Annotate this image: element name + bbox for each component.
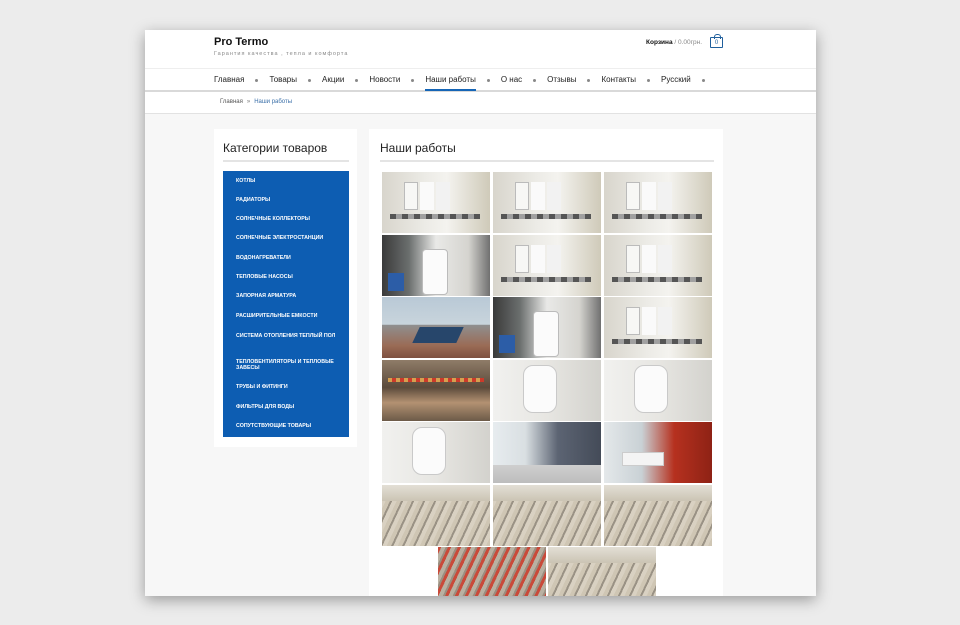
nav-item[interactable]: О нас: [501, 69, 522, 91]
gallery-photo[interactable]: [493, 422, 601, 483]
nav-item[interactable]: Контакты: [601, 69, 636, 91]
nav-item[interactable]: Акции: [322, 69, 344, 91]
gallery-photo[interactable]: [493, 297, 601, 358]
site-logo[interactable]: Pro Termo: [214, 36, 268, 48]
site-header: Pro Termo Гарантия качества , тепла и ко…: [145, 30, 816, 68]
category-item[interactable]: фильтры для воды: [236, 404, 344, 410]
category-item[interactable]: водонагреватели: [236, 255, 344, 261]
breadcrumb: Главная» Наши работы: [220, 99, 292, 105]
gallery-photo[interactable]: [382, 297, 490, 358]
gallery-photo[interactable]: [493, 359, 601, 421]
gallery-photo[interactable]: [493, 484, 601, 546]
browser-page: Pro Termo Гарантия качества , тепла и ко…: [145, 30, 816, 596]
category-item[interactable]: тепловентиляторы и тепловые завесы: [236, 359, 344, 371]
nav-item[interactable]: Товары: [269, 69, 297, 91]
nav-separator-dot: [701, 78, 705, 82]
gallery-photo[interactable]: [382, 484, 490, 546]
cart-bag-icon[interactable]: 0: [710, 34, 723, 48]
category-list: котлы радиаторы солнечные коллекторы солнеч…: [223, 171, 349, 437]
page-title: Наши работы: [380, 141, 456, 155]
cart-sum: / 0.00грн.: [672, 39, 703, 46]
category-item[interactable]: сопутствующие товары: [236, 423, 344, 429]
gallery-photo[interactable]: [438, 547, 546, 596]
nav-separator-dot: [647, 78, 651, 82]
site-tagline: Гарантия качества , тепла и комфорта: [214, 51, 349, 57]
gallery-photo[interactable]: [548, 547, 656, 596]
gallery-photo[interactable]: [493, 234, 601, 296]
category-item[interactable]: солнечные коллекторы: [236, 216, 344, 222]
main-content: Наши работы: [369, 129, 723, 596]
nav-separator-dot: [355, 78, 359, 82]
gallery-photo[interactable]: [382, 422, 490, 483]
nav-separator-dot: [486, 78, 490, 82]
main-navigation: Главная Товары Акции Новости Наши работы О на…: [145, 68, 816, 92]
gallery-photo[interactable]: [382, 172, 490, 233]
gallery-photo[interactable]: [382, 234, 490, 296]
cart-label: Корзина: [646, 39, 673, 46]
gallery-photo[interactable]: [604, 172, 712, 233]
category-item[interactable]: запорная арматура: [236, 293, 344, 299]
nav-item[interactable]: Русский: [661, 69, 691, 91]
gallery-photo[interactable]: [604, 359, 712, 421]
cart-link[interactable]: Корзина / 0.00грн.: [646, 39, 702, 46]
nav-separator-dot: [533, 78, 537, 82]
nav-item[interactable]: Новости: [369, 69, 400, 91]
breadcrumb-bar: Главная» Наши работы: [145, 92, 816, 114]
categories-sidebar: Категории товаров котлы радиаторы солнечны…: [214, 129, 357, 447]
gallery-photo[interactable]: [604, 422, 712, 483]
breadcrumb-home[interactable]: Главная: [220, 99, 243, 105]
gallery-photo[interactable]: [604, 234, 712, 296]
nav-item[interactable]: Главная: [214, 69, 244, 91]
breadcrumb-current: Наши работы: [254, 99, 293, 105]
gallery-photo[interactable]: [604, 484, 712, 546]
gallery-photo[interactable]: [604, 297, 712, 358]
title-divider: [380, 160, 714, 162]
nav-separator-dot: [587, 78, 591, 82]
nav-separator-dot: [307, 78, 311, 82]
nav-separator-dot: [255, 78, 259, 82]
cart-count: 0: [714, 39, 719, 46]
category-item[interactable]: котлы: [236, 178, 344, 184]
category-item[interactable]: солнечные электростанции: [236, 235, 344, 241]
nav-separator-dot: [411, 78, 415, 82]
gallery-photo[interactable]: [493, 172, 601, 233]
breadcrumb-separator: »: [246, 99, 251, 105]
category-item[interactable]: тепловые насосы: [236, 274, 344, 280]
nav-item[interactable]: Наши работы: [425, 69, 476, 91]
category-item[interactable]: расширительные емкости: [236, 313, 344, 319]
category-item[interactable]: радиаторы: [236, 197, 344, 203]
gallery-photo[interactable]: [382, 359, 490, 421]
category-item[interactable]: система отопления теплый пол: [236, 333, 344, 339]
nav-list: Главная Товары Акции Новости Наши работы О на…: [214, 69, 716, 91]
sidebar-title: Категории товаров: [223, 141, 328, 155]
nav-item[interactable]: Отзывы: [547, 69, 576, 91]
category-item[interactable]: трубы и фитинги: [236, 384, 344, 390]
sidebar-divider: [223, 160, 349, 162]
